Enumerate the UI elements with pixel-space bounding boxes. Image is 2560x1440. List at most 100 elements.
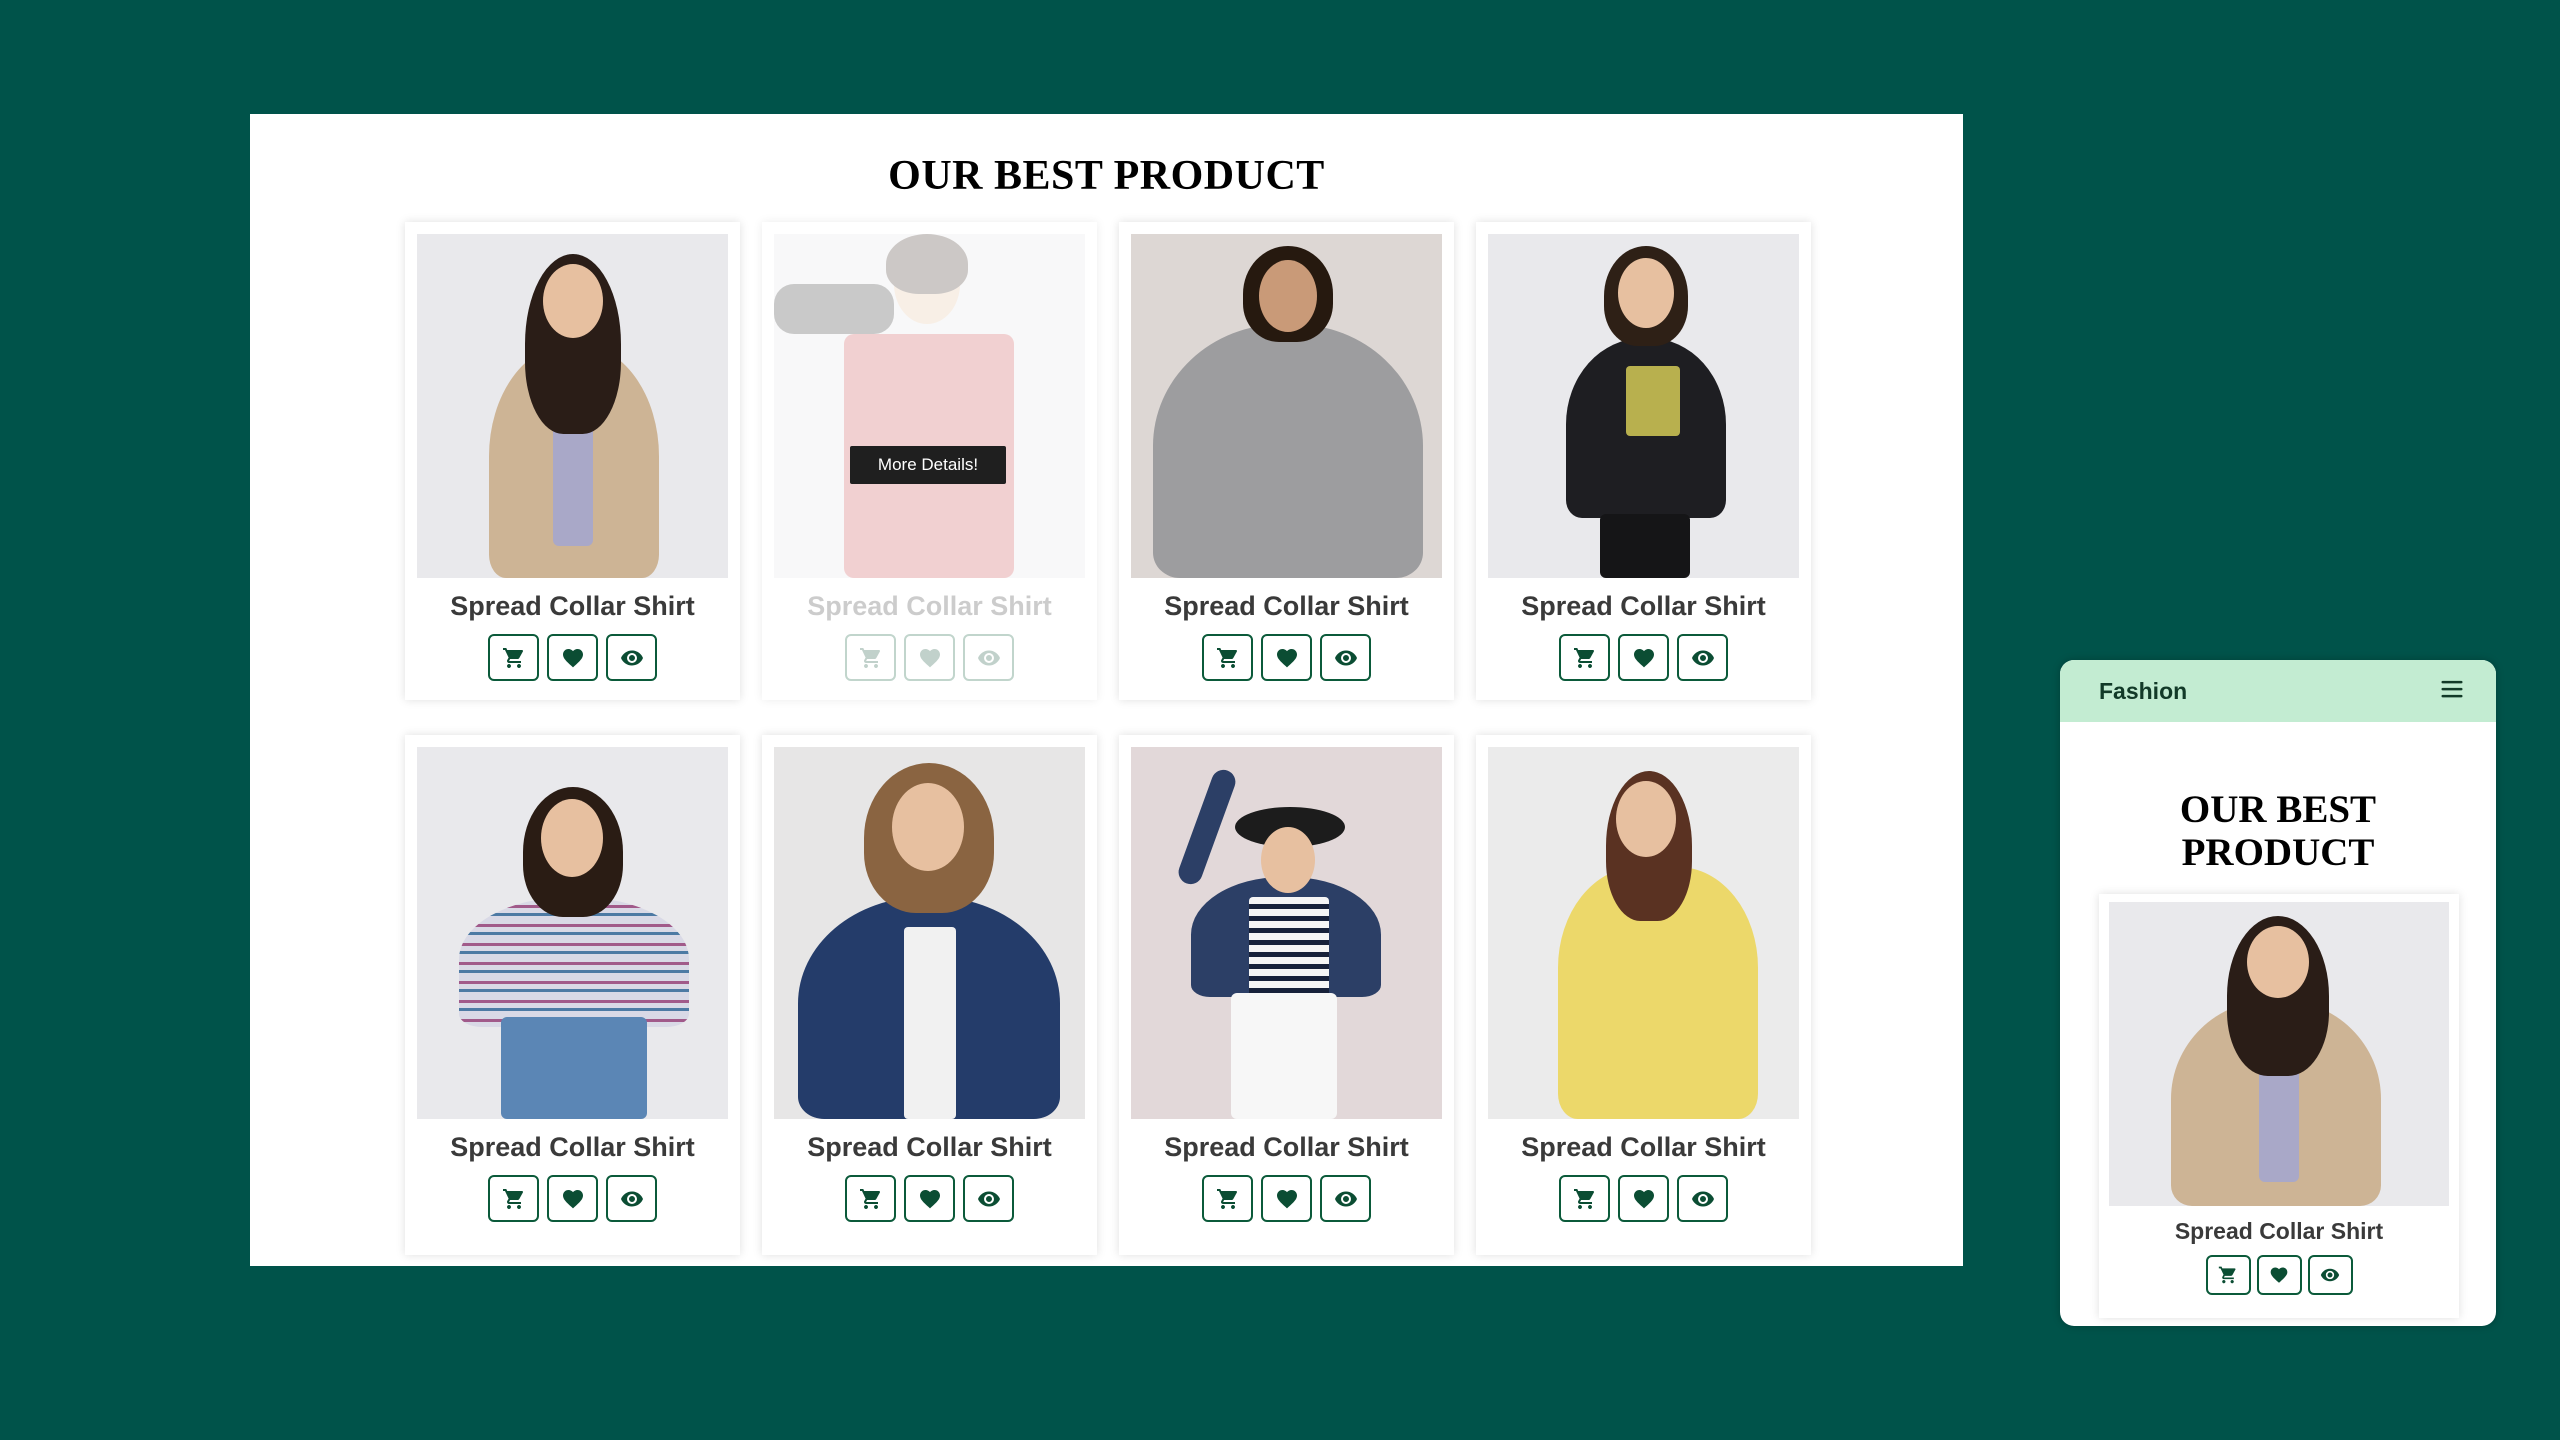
product-card[interactable]: Spread Collar Shirt	[405, 222, 740, 700]
add-to-cart-button[interactable]	[488, 1175, 539, 1222]
heart-icon	[562, 648, 583, 667]
product-image[interactable]	[1488, 747, 1799, 1119]
product-image[interactable]	[2109, 902, 2449, 1206]
desktop-preview: OUR BEST PRODUCT Spread Collar Shirt Spr…	[250, 114, 1963, 1266]
add-to-cart-button[interactable]	[2205, 1255, 2251, 1295]
product-title: Spread Collar Shirt	[1521, 591, 1766, 621]
product-card[interactable]: Spread Collar Shirt	[1119, 222, 1454, 700]
eye-icon	[1334, 1191, 1357, 1206]
quick-view-button[interactable]	[1320, 634, 1371, 681]
cart-icon	[1573, 1188, 1594, 1209]
eye-icon	[2320, 1268, 2340, 1282]
add-to-wishlist-button[interactable]	[547, 634, 598, 681]
heart-icon	[562, 1189, 583, 1208]
cart-icon	[1216, 1188, 1237, 1209]
heart-icon	[2270, 1267, 2288, 1283]
product-title: Spread Collar Shirt	[807, 591, 1052, 621]
add-to-wishlist-button[interactable]	[904, 1175, 955, 1222]
add-to-wishlist-button[interactable]	[547, 1175, 598, 1222]
heart-icon	[1633, 1189, 1654, 1208]
cart-icon	[859, 647, 880, 668]
product-grid: Spread Collar Shirt Spread Collar Shirt …	[405, 222, 1811, 1255]
add-to-wishlist-button[interactable]	[1618, 1175, 1669, 1222]
mobile-title-line-2: PRODUCT	[2181, 831, 2375, 874]
eye-icon	[1334, 650, 1357, 665]
product-title: Spread Collar Shirt	[450, 1132, 695, 1162]
product-card[interactable]: Spread Collar Shirt	[762, 735, 1097, 1255]
quick-view-button[interactable]	[606, 634, 657, 681]
product-actions	[417, 1175, 728, 1222]
add-to-cart-button[interactable]	[1202, 634, 1253, 681]
cart-icon	[1573, 647, 1594, 668]
product-title: Spread Collar Shirt	[450, 591, 695, 621]
cart-icon	[859, 1188, 880, 1209]
heart-icon	[919, 648, 940, 667]
cart-icon	[1216, 647, 1237, 668]
hamburger-menu-icon	[2441, 680, 2463, 697]
quick-view-button[interactable]	[1320, 1175, 1371, 1222]
cart-icon	[2218, 1266, 2236, 1284]
cart-icon	[502, 647, 523, 668]
product-title: Spread Collar Shirt	[1521, 1132, 1766, 1162]
add-to-cart-button[interactable]	[845, 1175, 896, 1222]
product-actions	[1488, 1175, 1799, 1222]
eye-icon	[977, 650, 1000, 665]
eye-icon	[620, 650, 643, 665]
product-card[interactable]: Spread Collar Shirt	[1476, 735, 1811, 1255]
product-actions	[2109, 1255, 2449, 1295]
product-actions	[1488, 634, 1799, 681]
add-to-wishlist-button[interactable]	[1261, 1175, 1312, 1222]
heart-icon	[1276, 1189, 1297, 1208]
add-to-cart-button[interactable]	[488, 634, 539, 681]
mobile-navbar: Fashion	[2060, 660, 2496, 722]
heart-icon	[1276, 648, 1297, 667]
product-card[interactable]: Spread Collar Shirt	[1476, 222, 1811, 700]
product-title: Spread Collar Shirt	[1164, 591, 1409, 621]
mobile-page-title: OUR BEST PRODUCT	[2060, 788, 2496, 874]
add-to-cart-button[interactable]	[1202, 1175, 1253, 1222]
quick-view-button[interactable]	[1677, 1175, 1728, 1222]
product-card[interactable]: Spread Collar Shirt	[1119, 735, 1454, 1255]
product-card[interactable]: Spread Collar Shirt	[2099, 894, 2459, 1318]
product-image[interactable]	[774, 234, 1085, 578]
product-title: Spread Collar Shirt	[1164, 1132, 1409, 1162]
add-to-cart-button[interactable]	[845, 634, 896, 681]
heart-icon	[919, 1189, 940, 1208]
brand-logo[interactable]: Fashion	[2099, 678, 2187, 705]
product-image[interactable]	[417, 234, 728, 578]
quick-view-button[interactable]	[963, 1175, 1014, 1222]
add-to-wishlist-button[interactable]	[1618, 634, 1669, 681]
product-image[interactable]	[1131, 234, 1442, 578]
page-title: OUR BEST PRODUCT	[888, 153, 1325, 199]
add-to-wishlist-button[interactable]	[1261, 634, 1312, 681]
more-details-tooltip[interactable]: More Details!	[850, 446, 1006, 484]
product-card[interactable]: Spread Collar Shirt	[405, 735, 740, 1255]
eye-icon	[620, 1191, 643, 1206]
quick-view-button[interactable]	[1677, 634, 1728, 681]
product-actions	[1131, 634, 1442, 681]
quick-view-button[interactable]	[963, 634, 1014, 681]
product-image[interactable]	[774, 747, 1085, 1119]
product-actions	[774, 634, 1085, 681]
add-to-cart-button[interactable]	[1559, 634, 1610, 681]
product-title: Spread Collar Shirt	[2174, 1218, 2384, 1244]
product-card-hovered[interactable]: Spread Collar Shirt More Details!	[762, 222, 1097, 700]
quick-view-button[interactable]	[606, 1175, 657, 1222]
cart-icon	[502, 1188, 523, 1209]
add-to-wishlist-button[interactable]	[904, 634, 955, 681]
eye-icon	[1691, 650, 1714, 665]
eye-icon	[977, 1191, 1000, 1206]
product-title: Spread Collar Shirt	[807, 1132, 1052, 1162]
quick-view-button[interactable]	[2307, 1255, 2353, 1295]
product-image[interactable]	[1131, 747, 1442, 1119]
product-image[interactable]	[1488, 234, 1799, 578]
eye-icon	[1691, 1191, 1714, 1206]
product-actions	[417, 634, 728, 681]
product-actions	[1131, 1175, 1442, 1222]
add-to-wishlist-button[interactable]	[2256, 1255, 2302, 1295]
menu-button[interactable]	[2438, 675, 2466, 708]
add-to-cart-button[interactable]	[1559, 1175, 1610, 1222]
mobile-preview: Fashion OUR BEST PRODUCT Spread Collar S…	[2060, 660, 2496, 1326]
product-image[interactable]	[417, 747, 728, 1119]
product-actions	[774, 1175, 1085, 1222]
